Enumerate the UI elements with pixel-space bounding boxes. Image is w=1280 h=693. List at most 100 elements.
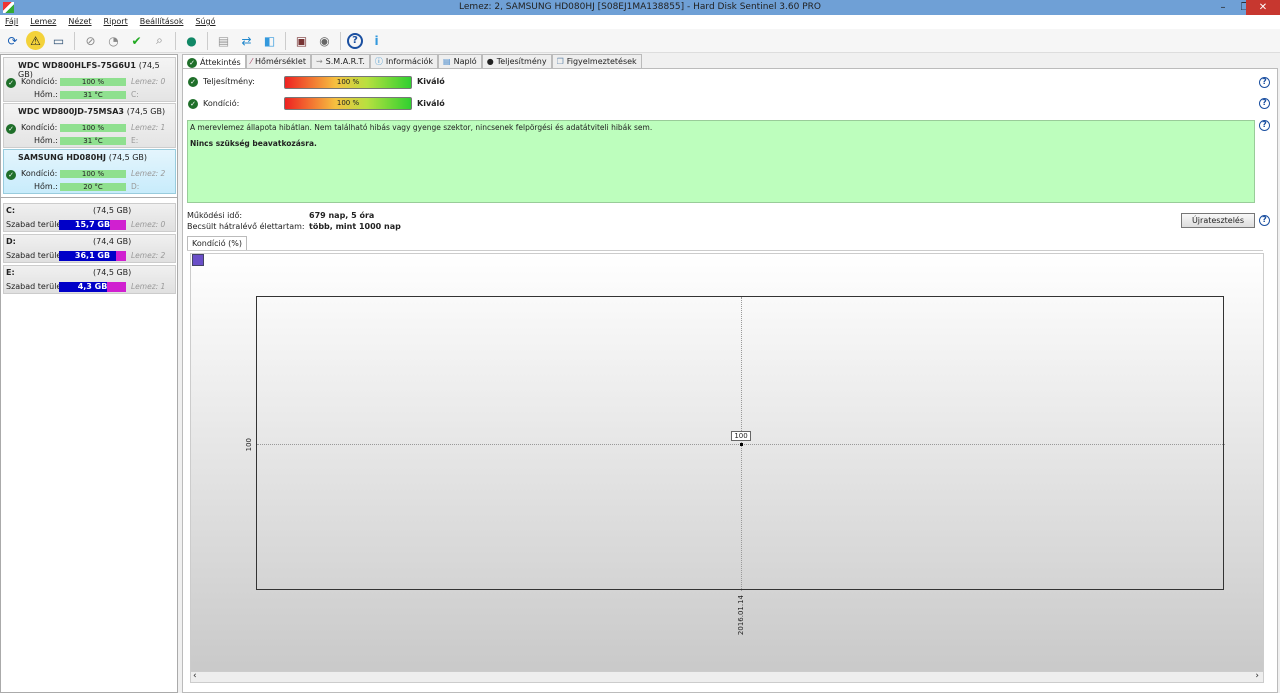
ok-check-icon: ✓ (6, 78, 16, 88)
x-tick-label: 2016.01.14 (737, 595, 745, 636)
alert-icon[interactable]: ⚠ (26, 31, 45, 50)
temp-label: Hőm.: (34, 182, 58, 191)
menu-bar: Fájl Lemez Nézet Riport Beállítások Súgó (0, 15, 1280, 29)
alerts-icon: ❐ (556, 57, 564, 66)
free-space-fill (115, 251, 126, 261)
disk-size: (74,5 GB) (108, 153, 148, 162)
disk-info-icon[interactable]: ▭ (49, 31, 68, 50)
performance-icon: ● (486, 57, 494, 66)
ok-check-icon: ✓ (188, 77, 198, 87)
overview-panel: ✓ Teljesítmény: 100 % Kiváló ? ✓ Kondíci… (182, 68, 1278, 693)
tab-smart[interactable]: ⇝ S.M.A.R.T. (310, 54, 370, 69)
ok-check-icon: ✓ (187, 57, 197, 68)
ok-check-icon: ✓ (188, 99, 198, 109)
close-button[interactable]: ✕ (1246, 0, 1280, 15)
free-space-fill (107, 282, 126, 292)
tab-temperature[interactable]: ⁄ Hőmérséklet (245, 54, 311, 69)
scroll-right-icon[interactable]: › (1255, 671, 1259, 681)
volume-item-c[interactable]: C: (74,5 GB) Szabad terület 15,7 GB Leme… (3, 203, 176, 232)
test-icon[interactable]: ⊘ (81, 31, 100, 50)
menu-help[interactable]: Súgó (195, 15, 215, 29)
performance-bar: 100 % (284, 76, 412, 89)
menu-report[interactable]: Riport (104, 15, 128, 29)
condition-bar: 100 % (284, 97, 412, 110)
edit-icon[interactable]: ▣ (292, 31, 311, 50)
temp-label: Hőm.: (34, 136, 58, 145)
sound-icon[interactable]: ◉ (315, 31, 334, 50)
temp-bar: 20 °C (60, 183, 126, 191)
volume-item-d[interactable]: D: (74,4 GB) Szabad terület 36,1 GB Leme… (3, 234, 176, 263)
disk-item-1[interactable]: WDC WD800JD-75MSA3 (74,5 GB) ✓ Kondíció:… (3, 103, 176, 148)
free-space-bar: 4,3 GB (59, 282, 126, 292)
sync-icon[interactable]: ⇄ (237, 31, 256, 50)
report-icon[interactable]: ▤ (214, 31, 233, 50)
refresh-icon[interactable]: ⟳ (3, 31, 22, 50)
disk-item-0[interactable]: WDC WD800HLFS-75G6U1 (74,5 GB) ✓ Kondíci… (3, 57, 176, 102)
condition-chart: 100 2016.01.14 100 (190, 253, 1264, 683)
tab-log[interactable]: ▤ Napló (438, 54, 482, 69)
condition-label: Kondíció: (21, 77, 58, 86)
tab-condition-chart[interactable]: Kondíció (%) (187, 236, 248, 251)
free-space-bar: 36,1 GB (59, 251, 126, 261)
smart-icon: ⇝ (315, 57, 323, 66)
network-icon[interactable]: ◧ (260, 31, 279, 50)
temp-bar: 31 °C (60, 137, 126, 145)
lifetime-label: Becsült hátralévő élettartam: (187, 222, 305, 231)
condition-bar: 100 % (60, 124, 126, 132)
help-icon[interactable]: ? (347, 32, 363, 49)
free-space-label: Szabad terület (6, 220, 65, 229)
drive-letter: E: (131, 136, 139, 145)
tab-information[interactable]: ⓘ Információk (369, 54, 439, 69)
help-icon[interactable]: ? (1259, 215, 1270, 226)
free-space-fill (110, 220, 126, 230)
tab-performance[interactable]: ● Teljesítmény (481, 54, 552, 69)
test-timer-icon[interactable]: ◔ (104, 31, 123, 50)
drive-letter: C: (131, 90, 139, 99)
condition-label: Kondíció: (21, 123, 58, 132)
performance-label: Teljesítmény: (203, 77, 255, 86)
menu-view[interactable]: Nézet (68, 15, 91, 29)
horizontal-scrollbar[interactable]: ‹ › (190, 671, 1264, 683)
volume-letter: D: (6, 237, 16, 246)
web-icon[interactable]: ● (182, 31, 201, 50)
disk-size: (74,5 GB) (126, 107, 166, 116)
disk-name: WDC WD800HLFS-75G6U1 (18, 61, 136, 70)
free-space-label: Szabad terület (6, 282, 65, 291)
scroll-left-icon[interactable]: ‹ (193, 671, 197, 681)
disk-item-2[interactable]: SAMSUNG HD080HJ (74,5 GB) ✓ Kondíció: 10… (3, 149, 176, 194)
info-icon: ⓘ (374, 57, 383, 66)
condition-bar: 100 % (60, 170, 126, 178)
minimize-button[interactable]: – (1212, 0, 1234, 15)
condition-label: Kondíció: (21, 169, 58, 178)
volume-size: (74,4 GB) (93, 237, 132, 246)
help-icon[interactable]: ? (1259, 120, 1270, 131)
test-search-icon[interactable]: ⌕ (150, 31, 169, 50)
status-action: Nincs szükség beavatkozásra. (190, 139, 317, 148)
uptime-label: Működési idő: (187, 211, 243, 220)
volume-size: (74,5 GB) (93, 206, 132, 215)
disk-index: Lemez: 2 (131, 169, 166, 178)
help-icon[interactable]: ? (1259, 98, 1270, 109)
info-icon[interactable]: i (367, 31, 386, 50)
disk-list-panel: WDC WD800HLFS-75G6U1 (74,5 GB) ✓ Kondíci… (0, 54, 178, 693)
menu-disk[interactable]: Lemez (30, 15, 56, 29)
free-space-label: Szabad terület (6, 251, 65, 260)
window-title: Lemez: 2, SAMSUNG HD080HJ [S08EJ1MA13885… (459, 2, 821, 12)
uptime-value: 679 nap, 5 óra (309, 211, 375, 220)
menu-settings[interactable]: Beállítások (140, 15, 184, 29)
save-icon[interactable] (192, 254, 204, 266)
disk-index: Lemez: 2 (131, 251, 166, 260)
menu-file[interactable]: Fájl (5, 15, 18, 29)
volume-size: (74,5 GB) (93, 268, 132, 277)
data-label: 100 (731, 431, 751, 441)
volume-letter: E: (6, 268, 15, 277)
disk-index: Lemez: 0 (131, 77, 166, 86)
help-icon[interactable]: ? (1259, 77, 1270, 88)
disk-index: Lemez: 1 (131, 123, 166, 132)
tab-alerts[interactable]: ❐ Figyelmeztetések (551, 54, 642, 69)
disk-index: Lemez: 1 (131, 282, 166, 291)
retest-button[interactable]: Újratesztelés (1181, 213, 1255, 228)
volume-item-e[interactable]: E: (74,5 GB) Szabad terület 4,3 GB Lemez… (3, 265, 176, 294)
test-ok-icon[interactable]: ✔ (127, 31, 146, 50)
free-space-bar: 15,7 GB (59, 220, 126, 230)
